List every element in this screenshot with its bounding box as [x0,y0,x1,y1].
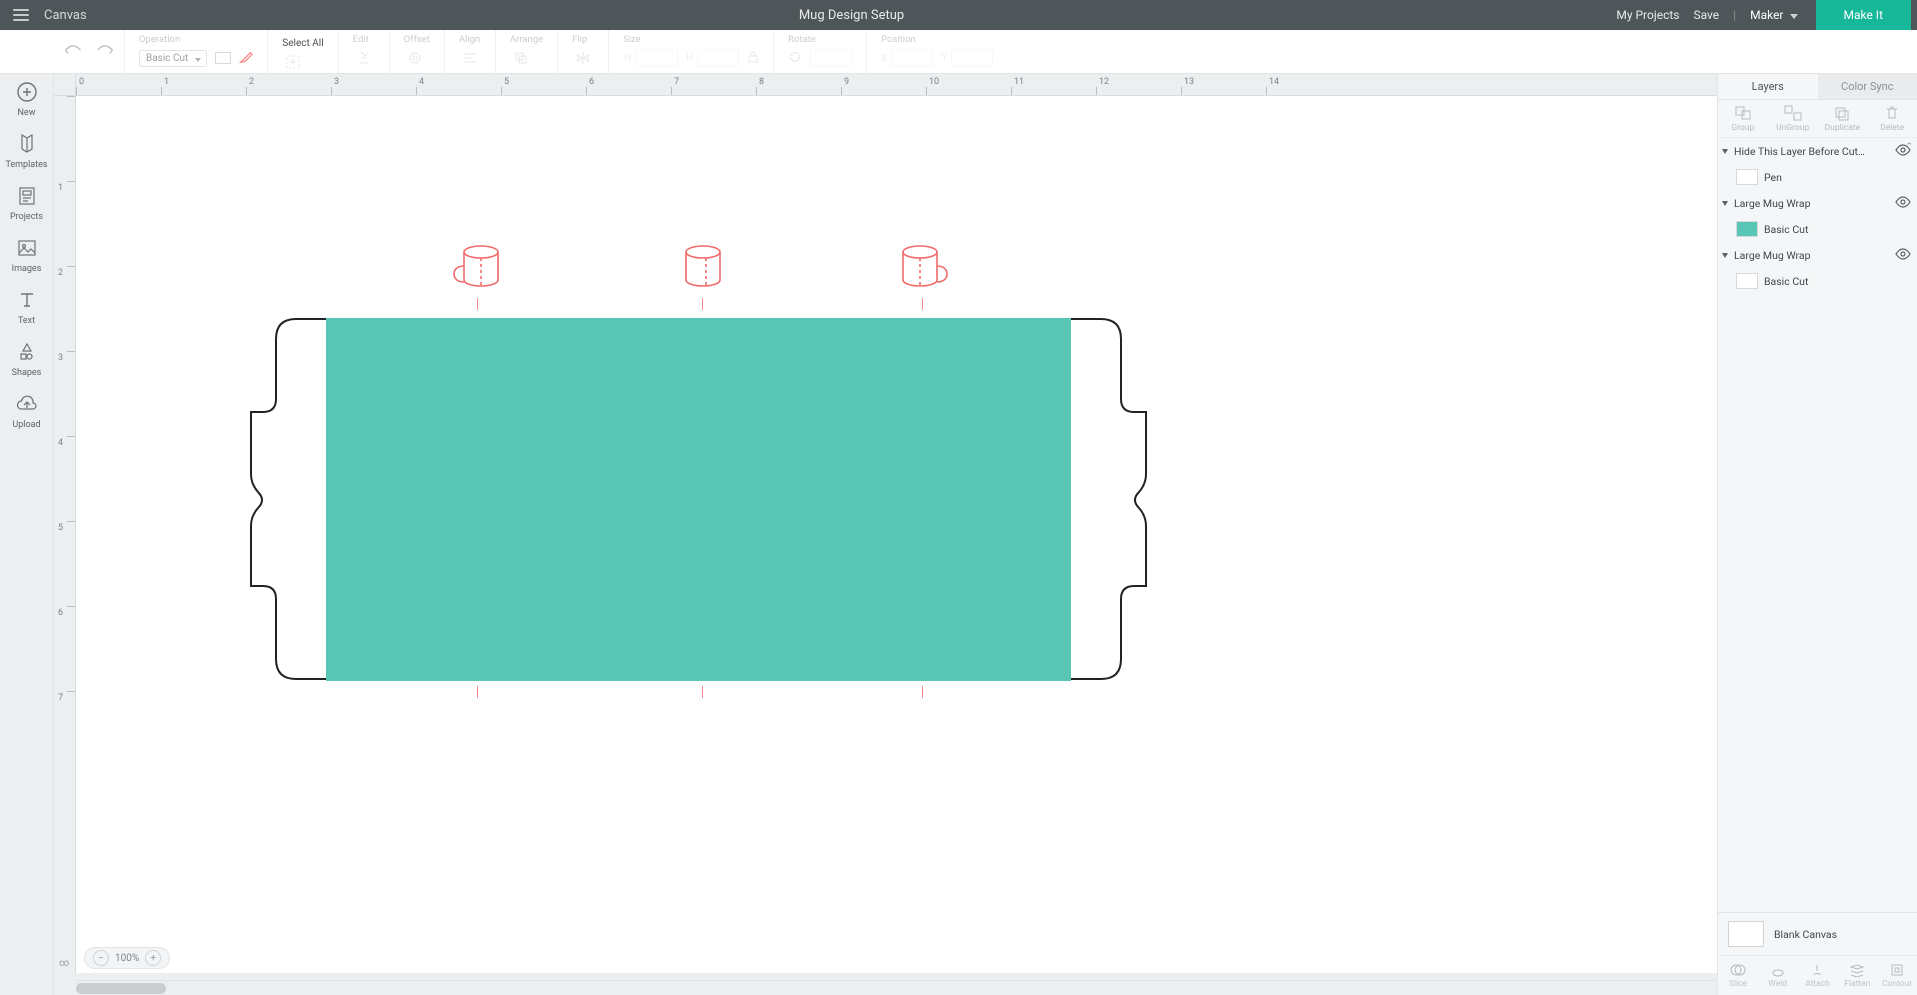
group-button[interactable]: Group [1718,100,1768,137]
align-tick [477,686,478,698]
align-tick [702,298,703,310]
align-icon[interactable] [459,47,481,69]
canvas-stage: 01234567891011121314 ∞ 1234567 [54,74,1717,995]
mat-swatch [1728,921,1764,947]
machine-selector[interactable]: Maker [1750,8,1797,22]
ruler-horizontal: 01234567891011121314 [76,74,1717,96]
canvas-viewport[interactable] [76,96,1717,973]
select-all-icon[interactable] [282,51,304,73]
contour-button[interactable]: Contour [1877,956,1917,995]
ruler-vertical: ∞ 1234567 [54,96,76,973]
rail-templates[interactable]: Templates [0,132,53,170]
slice-button[interactable]: Slice [1718,956,1758,995]
operation-select[interactable]: Basic Cut [139,50,207,67]
height-input[interactable] [697,49,739,67]
select-all-button[interactable]: Select All [282,38,323,49]
layer-row[interactable]: Hide This Layer Before Cut… [1718,138,1917,164]
design-rect[interactable] [326,318,1071,681]
rail-new[interactable]: New [0,80,53,118]
rail-text[interactable]: Text [0,288,53,326]
tab-color-sync[interactable]: Color Sync [1818,74,1917,99]
align-tick [922,686,923,698]
operation-group: Operation Basic Cut [124,30,267,73]
rotate-icon[interactable] [788,50,802,67]
pen-icon [239,50,253,67]
my-projects-link[interactable]: My Projects [1616,8,1679,22]
x-input[interactable] [891,49,933,67]
separator: | [1733,8,1736,22]
align-tick [702,686,703,698]
collapse-button[interactable]: ⌃ [1905,142,1913,152]
machine-label: Maker [1750,8,1783,22]
y-input[interactable] [951,49,993,67]
width-input[interactable] [636,49,678,67]
offset-icon[interactable] [404,47,426,69]
layer-sub[interactable]: Basic Cut [1718,216,1917,242]
weld-button[interactable]: Weld [1758,956,1798,995]
app-header: Canvas Mug Design Setup My Projects Save… [0,0,1917,30]
edit-icon[interactable] [353,47,375,69]
redo-button[interactable] [95,43,115,60]
zoom-in-button[interactable]: + [145,950,161,966]
mug-icon-1 [451,244,505,294]
right-panel: Layers Color Sync Group UnGroup Duplicat… [1717,74,1917,995]
undo-button[interactable] [63,43,83,60]
attach-button[interactable]: Attach [1798,956,1838,995]
edit-toolbar: Operation Basic Cut Select All Edit Offs… [0,30,1917,74]
arrange-icon[interactable] [510,47,532,69]
tab-layers[interactable]: Layers [1718,74,1818,99]
menu-icon[interactable] [6,9,36,21]
mug-icon-2 [676,244,730,294]
visibility-icon[interactable] [1895,248,1911,263]
layer-sub[interactable]: Pen [1718,164,1917,190]
make-it-button[interactable]: Make It [1816,0,1912,30]
lock-aspect-icon[interactable] [747,50,759,67]
rotate-input[interactable] [810,49,852,67]
delete-button[interactable]: Delete [1867,100,1917,137]
save-link[interactable]: Save [1693,8,1719,22]
rail-projects[interactable]: Projects [0,184,53,222]
visibility-icon[interactable] [1895,196,1911,211]
ruler-corner [54,74,76,96]
layer-row[interactable]: Large Mug Wrap [1718,242,1917,268]
project-title: Mug Design Setup [87,8,1617,23]
duplicate-button[interactable]: Duplicate [1818,100,1868,137]
flip-icon[interactable] [572,47,594,69]
rail-shapes[interactable]: Shapes [0,340,53,378]
app-brand: Canvas [44,8,87,23]
ungroup-button[interactable]: UnGroup [1768,100,1818,137]
mug-icon-3 [896,244,950,294]
align-tick [922,298,923,310]
tool-rail: New Templates Projects Images Text Shape… [0,74,54,995]
layers-list: ⌃ Hide This Layer Before Cut…PenLarge Mu… [1718,138,1917,912]
align-tick [477,298,478,310]
flatten-button[interactable]: Flatten [1837,956,1877,995]
zoom-control: − 100% + [84,947,170,969]
rail-images[interactable]: Images [0,236,53,274]
mat-selector[interactable]: Blank Canvas [1718,913,1917,955]
horizontal-scrollbar[interactable] [76,980,1717,995]
zoom-out-button[interactable]: − [93,950,109,966]
size-group: Size W H [608,30,773,73]
artboard[interactable] [76,96,1717,973]
chevron-down-icon [1790,14,1798,19]
zoom-value: 100% [115,953,139,964]
color-swatch[interactable] [215,52,231,64]
rail-upload[interactable]: Upload [0,392,53,430]
layer-sub[interactable]: Basic Cut [1718,268,1917,294]
layer-row[interactable]: Large Mug Wrap [1718,190,1917,216]
